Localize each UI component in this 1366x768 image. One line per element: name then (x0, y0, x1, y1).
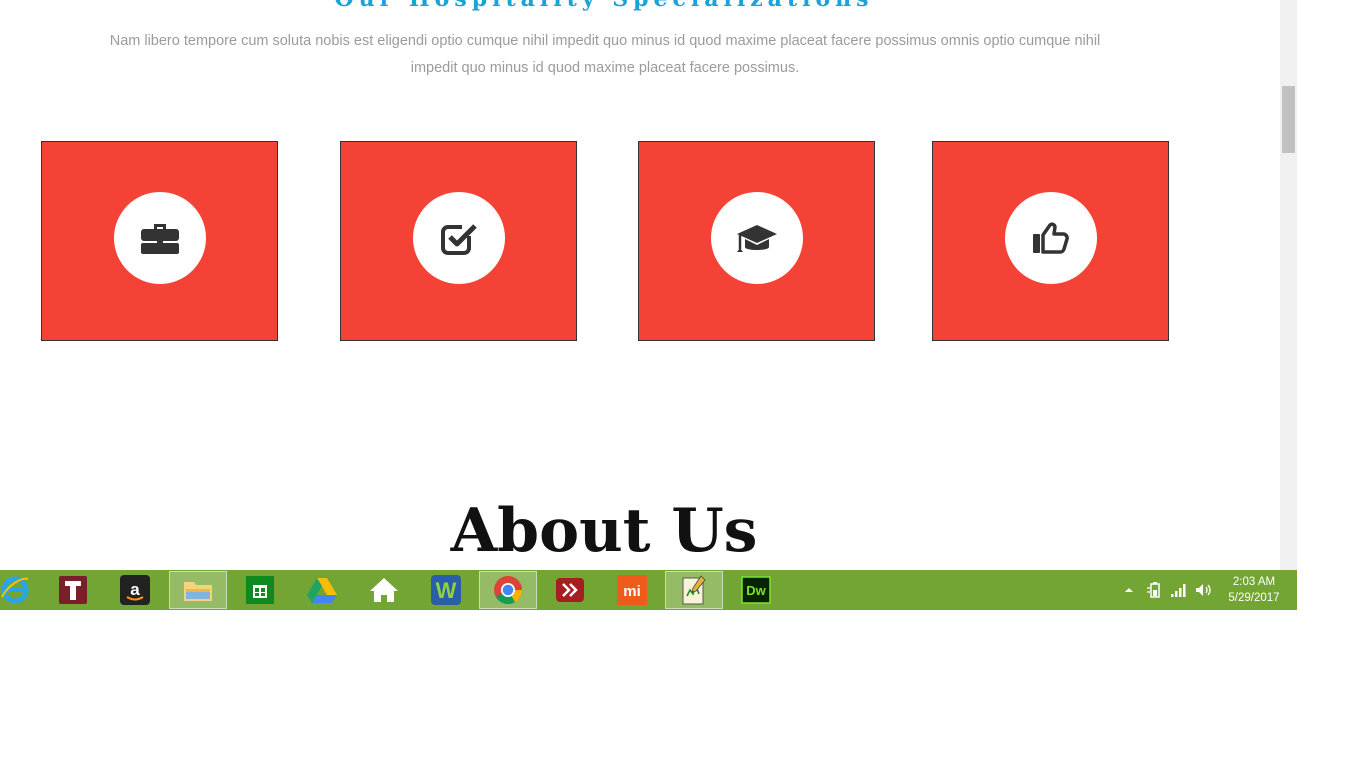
svg-text:W: W (436, 578, 457, 603)
power-icon[interactable] (1146, 581, 1164, 599)
card-icon-circle (114, 192, 206, 284)
taskbar-app-home[interactable] (355, 571, 413, 609)
taskbar-app-t[interactable] (44, 571, 102, 609)
svg-text:a: a (130, 580, 140, 599)
taskbar-app-forward[interactable] (541, 571, 599, 609)
check-square-icon (441, 224, 477, 255)
card-icon-circle (711, 192, 803, 284)
dreamweaver-icon-label: Dw (746, 583, 766, 598)
taskbar-app-amazon[interactable]: a (106, 571, 164, 609)
section-title: Our Hospitality Specializations (0, 0, 1208, 12)
show-hidden-icon[interactable] (1122, 583, 1136, 597)
file-explorer-icon (184, 582, 212, 601)
scrollbar-thumb[interactable] (1282, 86, 1295, 153)
taskbar-app-store[interactable] (231, 571, 289, 609)
home-icon (370, 578, 398, 602)
specialization-card-3[interactable] (638, 141, 875, 341)
store-icon (246, 576, 274, 604)
taskbar-app-dreamweaver[interactable]: Dw (727, 571, 785, 609)
card-icon-circle (1005, 192, 1097, 284)
specialization-card-2[interactable] (340, 141, 577, 341)
browser-viewport: Our Hospitality Specializations Nam libe… (0, 0, 1280, 570)
t-app-icon (59, 576, 87, 604)
taskbar-app-w[interactable]: W (417, 571, 475, 609)
windows-taskbar: a W mi Dw 2:03 AM 5/29/2017 (0, 570, 1297, 610)
taskbar-clock[interactable]: 2:03 AM 5/29/2017 (1216, 574, 1292, 606)
card-icon-circle (413, 192, 505, 284)
taskbar-app-file-explorer[interactable] (169, 571, 227, 609)
briefcase-icon (141, 224, 179, 254)
about-us-heading: About Us (450, 496, 758, 566)
mi-icon-label: mi (623, 583, 641, 600)
specialization-card-4[interactable] (932, 141, 1169, 341)
w-app-icon: W (431, 575, 461, 605)
volume-icon[interactable] (1194, 581, 1212, 599)
taskbar-app-ie[interactable] (0, 571, 44, 609)
graduation-cap-icon (737, 225, 777, 252)
clock-date: 5/29/2017 (1228, 592, 1280, 604)
taskbar-app-drive[interactable] (293, 571, 351, 609)
specialization-card-1[interactable] (41, 141, 278, 341)
amazon-icon: a (120, 575, 150, 605)
chrome-icon (494, 576, 522, 604)
notepad-icon (682, 575, 706, 605)
system-tray (1122, 570, 1212, 610)
section-description: Nam libero tempore cum soluta nobis est … (109, 33, 1101, 76)
internet-explorer-icon (1, 576, 29, 604)
dreamweaver-icon: Dw (741, 576, 771, 604)
taskbar-app-chrome[interactable] (479, 571, 537, 609)
taskbar-app-notepad[interactable] (665, 571, 723, 609)
taskbar-app-mi[interactable]: mi (603, 571, 661, 609)
clock-time: 2:03 AM (1232, 576, 1276, 588)
vertical-scrollbar[interactable] (1280, 0, 1297, 570)
google-drive-icon (307, 578, 337, 603)
mi-icon: mi (617, 575, 647, 605)
network-signal-icon[interactable] (1170, 581, 1188, 599)
thumbs-up-icon (1033, 222, 1069, 254)
forward-app-icon (556, 578, 584, 602)
